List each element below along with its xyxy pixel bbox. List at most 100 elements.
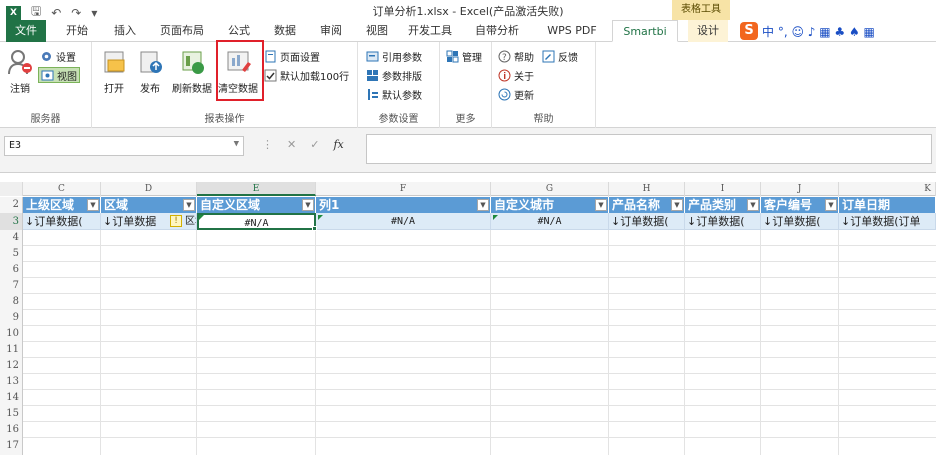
table-cell[interactable]: #N/A (316, 213, 491, 230)
active-cell-e3[interactable]: #N/A (197, 213, 316, 230)
tab-file[interactable]: 文件 (6, 20, 46, 42)
page-setup-button[interactable]: 页面设置 (264, 48, 320, 64)
row-header-10[interactable]: 10 (0, 326, 23, 342)
sogou-logo-icon[interactable]: S (740, 22, 758, 40)
filter-dropdown-icon[interactable]: ▼ (595, 199, 607, 211)
row-header-17[interactable]: 17 (0, 438, 23, 455)
col-header-h[interactable]: H (609, 182, 685, 196)
row-header-12[interactable]: 12 (0, 358, 23, 374)
load-100-rows-checkbox[interactable]: 默认加载100行 (264, 67, 349, 83)
fill-handle[interactable] (312, 226, 317, 231)
tab-review[interactable]: 审阅 (312, 20, 350, 42)
row-header-16[interactable]: 16 (0, 422, 23, 438)
param-layout-button[interactable]: 参数排版 (366, 67, 422, 83)
view-button[interactable]: 视图 (38, 67, 80, 83)
table-cell[interactable]: ↓订单数据( (609, 213, 685, 230)
group-server: 注销 设置 视图 服务器 (0, 42, 92, 128)
settings-button[interactable]: 设置 (40, 48, 76, 64)
tab-self-analysis[interactable]: 自带分析 (466, 20, 528, 42)
row-header-2[interactable]: 2 (0, 197, 23, 213)
tab-design[interactable]: 设计 (688, 20, 728, 42)
formula-input[interactable] (366, 134, 932, 164)
manage-button[interactable]: 管理 (446, 48, 482, 64)
insert-function-icon[interactable]: fx (333, 138, 343, 151)
tab-home[interactable]: 开始 (58, 20, 96, 42)
filter-dropdown-icon[interactable]: ▼ (87, 199, 99, 211)
table-cell[interactable]: ↓订单数据( (23, 213, 101, 230)
row-header-14[interactable]: 14 (0, 390, 23, 406)
filter-dropdown-icon[interactable]: ▼ (747, 199, 759, 211)
about-button[interactable]: 关于 (498, 67, 534, 83)
row-header-13[interactable]: 13 (0, 374, 23, 390)
col-header-k[interactable]: K (839, 182, 936, 196)
publish-button[interactable]: 发布 (136, 48, 164, 95)
enter-icon[interactable]: ✓ (310, 138, 319, 151)
chevron-down-icon[interactable]: ▼ (234, 139, 239, 149)
row-header-8[interactable]: 8 (0, 294, 23, 310)
row-header-15[interactable]: 15 (0, 406, 23, 422)
cancel-icon[interactable]: ✕ (287, 138, 296, 151)
col-header-d[interactable]: D (101, 182, 197, 196)
row-header-3[interactable]: 3 (0, 213, 23, 230)
tab-formulas[interactable]: 公式 (220, 20, 258, 42)
tab-page-layout[interactable]: 页面布局 (152, 20, 212, 42)
col-header-g[interactable]: G (491, 182, 609, 196)
error-warning-icon[interactable]: ! (170, 215, 182, 227)
ime-status-icons[interactable]: 中 °, ☺ ♪ ▦ ♣ ♠ ▦ (762, 23, 875, 40)
col-header-e[interactable]: E (197, 182, 316, 196)
table-cell[interactable]: ↓订单数据( (685, 213, 761, 230)
update-button[interactable]: 更新 (498, 86, 534, 102)
worksheet-grid[interactable]: C D E F G H I J K 2 3 4 5 6 7 8 9 10 11 … (0, 173, 936, 455)
filter-dropdown-icon[interactable]: ▼ (825, 199, 837, 211)
row-header-4[interactable]: 4 (0, 230, 23, 246)
col-header-i[interactable]: I (685, 182, 761, 196)
tab-developer[interactable]: 开发工具 (402, 20, 458, 42)
default-params-button[interactable]: 默认参数 (366, 86, 422, 102)
ref-params-button[interactable]: 引用参数 (366, 48, 422, 64)
header-label: 区域 (104, 198, 129, 212)
row-header-7[interactable]: 7 (0, 278, 23, 294)
table-header-cell[interactable]: 产品类别 ▼ (685, 197, 761, 213)
table-cell[interactable]: ↓订单数据(订单 (839, 213, 936, 230)
refresh-data-button[interactable]: 刷新数据 (172, 48, 212, 95)
row-header-9[interactable]: 9 (0, 310, 23, 326)
table-cell[interactable]: ↓订单数据 区址 (101, 213, 197, 230)
row-header-6[interactable]: 6 (0, 262, 23, 278)
table-header-cell[interactable]: 自定义区域 ▼ (197, 197, 316, 213)
logout-button[interactable]: 注销 (6, 48, 34, 95)
table-header-cell[interactable]: 上级区域 ▼ (23, 197, 101, 213)
table-header-cell[interactable]: 自定义城市 ▼ (491, 197, 609, 213)
table-header-cell[interactable]: 客户编号 ▼ (761, 197, 839, 213)
filter-dropdown-icon[interactable]: ▼ (477, 199, 489, 211)
filter-dropdown-icon[interactable]: ▼ (183, 199, 195, 211)
table-header-cell[interactable]: 区域 ▼ (101, 197, 197, 213)
tab-wps-pdf[interactable]: WPS PDF (540, 20, 604, 42)
tab-smartbi[interactable]: Smartbi (612, 20, 678, 42)
open-button[interactable]: 打开 (100, 48, 128, 95)
ime-toolbar[interactable]: S 中 °, ☺ ♪ ▦ ♣ ♠ ▦ (740, 22, 875, 40)
tab-insert[interactable]: 插入 (106, 20, 144, 42)
table-cell[interactable]: ↓订单数据( (761, 213, 839, 230)
tab-data[interactable]: 数据 (266, 20, 304, 42)
update-icon (498, 88, 511, 101)
help-button[interactable]: ? 帮助 (498, 48, 534, 64)
load-100-rows-label: 默认加载100行 (280, 71, 350, 83)
group-label-report: 报表操作 (204, 114, 245, 125)
tab-view[interactable]: 视图 (358, 20, 396, 42)
filter-dropdown-icon[interactable]: ▼ (671, 199, 683, 211)
col-header-j[interactable]: J (761, 182, 839, 196)
col-header-f[interactable]: F (316, 182, 491, 196)
table-cell[interactable]: #N/A (491, 213, 609, 230)
row-header-11[interactable]: 11 (0, 342, 23, 358)
row-header-5[interactable]: 5 (0, 246, 23, 262)
more-icon[interactable]: ⋮ (262, 138, 273, 151)
feedback-button[interactable]: 反馈 (542, 48, 578, 64)
table-header-cell[interactable]: 产品名称 ▼ (609, 197, 685, 213)
name-box[interactable]: E3 ▼ (4, 136, 244, 156)
col-header-c[interactable]: C (23, 182, 101, 196)
table-header-cell[interactable]: 订单日期 (839, 197, 936, 213)
table-header-cell[interactable]: 列1 ▼ (316, 197, 491, 213)
window-title: 订单分析1.xlsx - Excel(产品激活失败) (372, 5, 564, 18)
filter-dropdown-icon[interactable]: ▼ (302, 199, 314, 211)
select-all-corner[interactable] (0, 182, 23, 196)
